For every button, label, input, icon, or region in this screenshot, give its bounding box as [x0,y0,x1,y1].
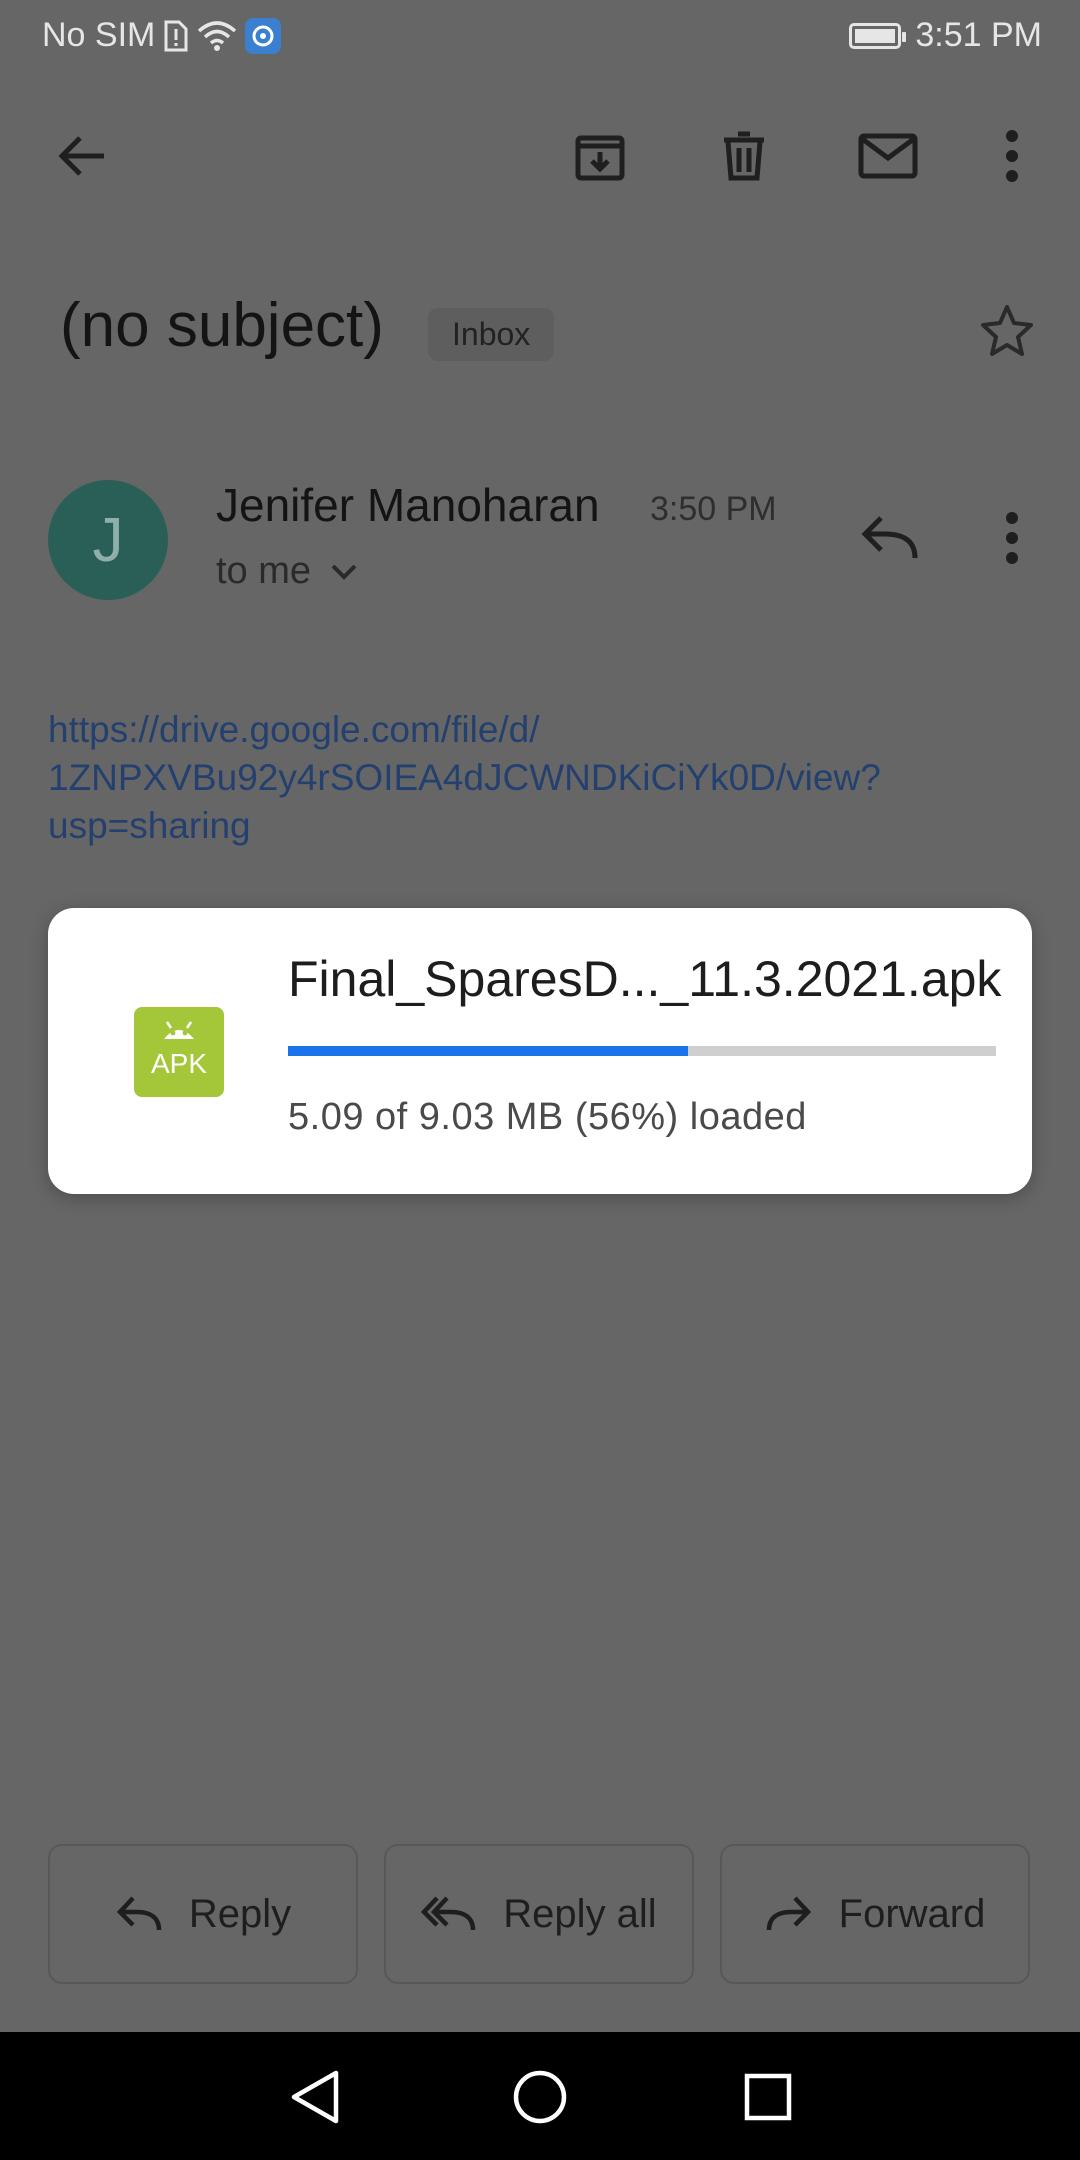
download-progress-dialog: APK Final_SparesD..._11.3.2021.apk 5.09 … [48,908,1032,1194]
message-more-icon[interactable] [990,508,1034,568]
status-bar: No SIM 3:51 PM [0,0,1080,72]
reply-all-icon [421,1896,476,1931]
drive-link[interactable]: https://drive.google.com/file/d/ 1ZNPXVB… [48,706,1008,850]
system-navigation-bar [0,2032,1080,2160]
sim-alert-icon [164,20,188,51]
reply-label: Reply [188,1891,292,1936]
archive-icon[interactable] [570,126,630,186]
recipient-text: to me [216,550,312,592]
mail-icon[interactable] [856,126,920,186]
nav-back-icon[interactable] [280,2062,350,2132]
link-line: https://drive.google.com/file/d/ [48,709,540,750]
reply-all-button[interactable]: Reply all [384,1844,694,1984]
reply-icon[interactable] [854,508,924,568]
assistant-icon [245,17,282,54]
email-time: 3:50 PM [650,490,777,528]
reply-button[interactable]: Reply [48,1844,358,1984]
file-name: Final_SparesD..._11.3.2021.apk [288,951,1002,1007]
progress-bar-fill [288,1046,689,1056]
sender-name: Jenifer Manoharan [216,479,600,531]
label-chip-inbox[interactable]: Inbox [428,308,555,361]
delete-icon[interactable] [714,126,774,186]
progress-bar [288,1046,996,1056]
email-subject: (no subject) [60,291,384,360]
more-vert-icon[interactable] [990,126,1034,186]
link-line: 1ZNPXVBu92y4rSOIEA4dJCWNDKiCiYk0D/view? [48,757,881,798]
reply-icon [116,1896,162,1931]
chevron-down-icon [331,564,357,580]
apk-label: APK [151,1048,207,1079]
battery-icon [849,22,907,49]
nav-home-icon[interactable] [505,2062,575,2132]
forward-icon [766,1896,811,1931]
forward-button[interactable]: Forward [720,1844,1030,1984]
back-icon[interactable] [52,126,112,186]
link-line: usp=sharing [48,805,251,846]
nav-recents-icon[interactable] [733,2062,803,2132]
clock-text: 3:51 PM [915,16,1042,54]
avatar[interactable]: J [48,480,168,600]
wifi-icon [198,20,237,51]
carrier-text: No SIM [42,16,156,54]
apk-file-icon: APK [134,1007,224,1097]
reply-all-label: Reply all [503,1891,657,1936]
recipient-details[interactable]: to me [216,550,359,593]
progress-text: 5.09 of 9.03 MB (56%) loaded [288,1096,807,1138]
star-icon[interactable] [976,300,1038,362]
forward-label: Forward [838,1891,986,1936]
